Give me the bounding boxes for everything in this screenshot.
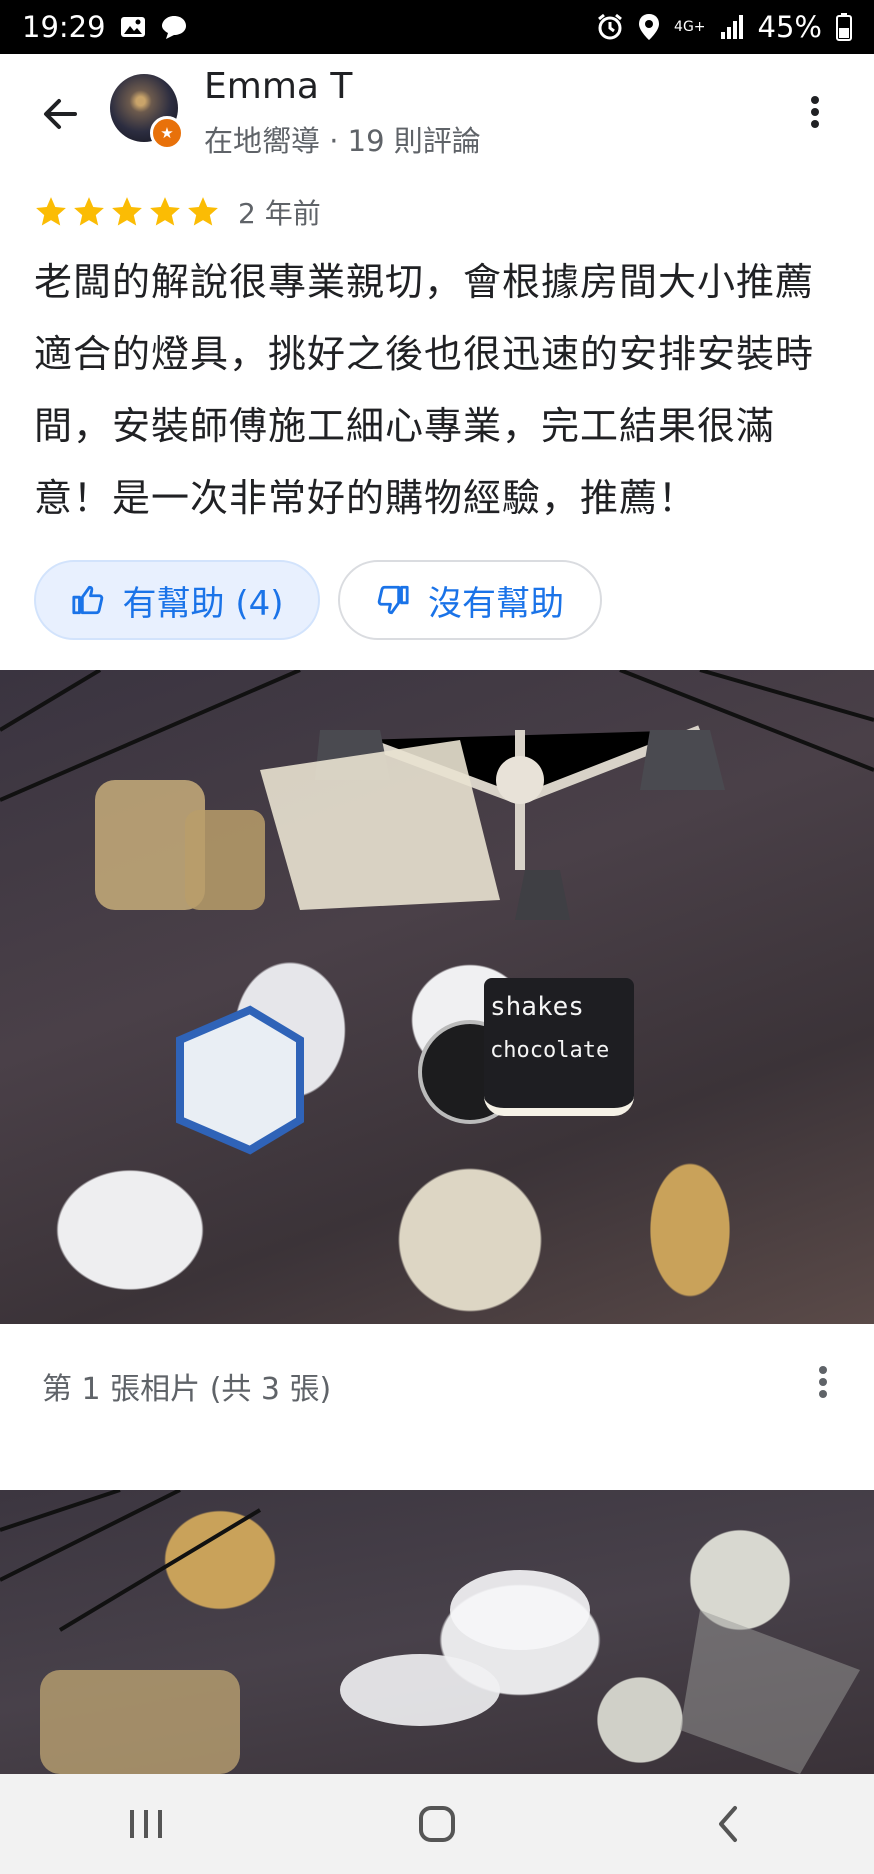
- recent-apps-icon: [129, 1810, 162, 1838]
- more-vert-icon: [811, 96, 819, 128]
- alarm-icon: [596, 13, 624, 41]
- review-photo[interactable]: shakes chocolate: [0, 670, 874, 1324]
- home-button[interactable]: [377, 1784, 497, 1864]
- location-icon: [638, 13, 660, 41]
- status-bar: 19:29 4G+ 45%: [0, 0, 874, 54]
- review-header: ★ Emma T 在地嚮導 · 19 則評論: [0, 54, 874, 174]
- ceiling-fixture-lines: [0, 670, 874, 1155]
- review-photo-2[interactable]: [0, 1490, 874, 1774]
- local-guide-badge-icon: ★: [150, 116, 184, 150]
- chandelier-shapes: [0, 1490, 860, 1774]
- chevron-left-icon: [719, 1806, 738, 1842]
- photo-caption: 第 1 張相片 (共 3 張): [42, 1372, 332, 1407]
- thumb-up-icon: [71, 585, 103, 615]
- more-options-button[interactable]: [790, 82, 840, 142]
- recent-apps-button[interactable]: [86, 1784, 206, 1864]
- image-icon: [120, 15, 146, 39]
- not-helpful-label: 沒有幫助: [428, 583, 564, 624]
- more-vert-icon: [819, 1366, 827, 1398]
- star-icon: [112, 197, 142, 226]
- photo-more-button[interactable]: [800, 1354, 846, 1410]
- star-icon: [150, 197, 180, 226]
- reviewer-subtitle: 在地嚮導 · 19 則評論: [204, 124, 481, 158]
- not-helpful-button[interactable]: 沒有幫助: [338, 560, 602, 640]
- back-button[interactable]: [28, 82, 92, 146]
- star-icon: [188, 197, 218, 226]
- reviewer-name[interactable]: Emma T: [204, 66, 352, 107]
- home-icon: [418, 1806, 455, 1842]
- helpful-button[interactable]: 有幫助 (4): [34, 560, 320, 640]
- signal-icon: [720, 14, 744, 40]
- lamp-text-chocolate: chocolate: [490, 1038, 610, 1063]
- photo-caption-row: 第 1 張相片 (共 3 張): [0, 1324, 874, 1440]
- lamp-text-shakes: shakes: [490, 992, 584, 1022]
- rating-row: 2 年前: [34, 190, 321, 234]
- status-time: 19:29: [22, 10, 106, 44]
- battery-percent: 45%: [757, 10, 822, 44]
- helpful-label: 有幫助 (4): [122, 583, 284, 624]
- network-type: 4G+: [674, 19, 706, 35]
- system-back-button[interactable]: [668, 1784, 788, 1864]
- battery-icon: [836, 13, 852, 41]
- chat-icon: [160, 13, 188, 41]
- star-icon: [36, 197, 66, 226]
- review-text: 老闆的解說很專業親切，會根據房間大小推薦適合的燈具，挑好之後也很迅速的安排安裝時…: [34, 260, 815, 520]
- review-time: 2 年前: [238, 197, 321, 230]
- thumb-down-icon: [377, 585, 409, 615]
- system-nav-bar: [0, 1774, 874, 1874]
- star-icon: [74, 197, 104, 226]
- arrow-back-icon: [44, 99, 77, 129]
